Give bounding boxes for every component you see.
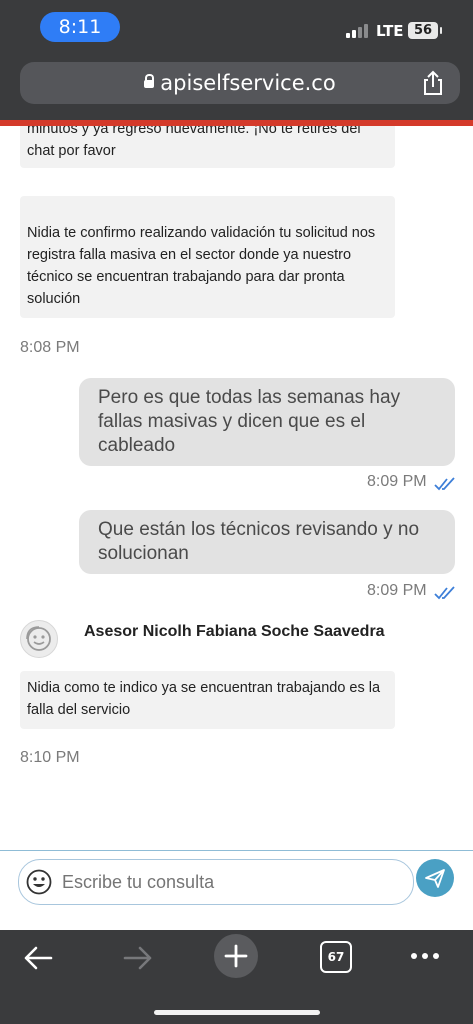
send-button[interactable] (416, 859, 454, 897)
message-timestamp: 8:09 PM (367, 473, 427, 490)
message-text: Pero es que todas las semanas hay fallas… (98, 387, 401, 456)
agent-avatar-icon (20, 620, 58, 658)
message-timestamp: 8:08 PM (20, 339, 80, 356)
back-arrow-icon[interactable] (22, 944, 54, 972)
browser-top-bar: 8:11 LTE 56 apiselfservice.co (0, 0, 473, 120)
message-bubble-user: Pero es que todas las semanas hay fallas… (79, 378, 455, 466)
emoji-icon[interactable] (26, 869, 52, 895)
address-bar[interactable]: apiselfservice.co (20, 62, 460, 104)
message-bubble-agent: Nidia te confirmo realizando validación … (20, 196, 395, 318)
chat-conversation[interactable]: minutos y ya regreso nuevamente. ¡No te … (0, 126, 473, 850)
message-text: minutos y ya regreso nuevamente. ¡No te … (27, 126, 361, 137)
battery-icon: 56 (408, 22, 442, 39)
browser-bottom-toolbar: 67 (0, 930, 473, 1024)
url-display[interactable]: apiselfservice.co (20, 71, 460, 95)
send-icon (425, 869, 445, 888)
message-text: chat por favor (27, 143, 116, 159)
lock-icon (144, 74, 155, 88)
signal-icon (346, 22, 368, 38)
checkmark-double-icon (434, 586, 455, 600)
message-input[interactable] (62, 872, 362, 893)
checkmark-double-icon (434, 477, 455, 491)
network-label: LTE (376, 22, 404, 40)
message-text: Nidia como te indico ya se encuentran tr… (27, 680, 381, 718)
message-timestamp: 8:10 PM (20, 749, 80, 766)
message-bubble-user: Que están los técnicos revisando y no so… (79, 510, 455, 574)
more-icon[interactable] (410, 952, 440, 960)
message-text: Nidia te confirmo realizando validación … (27, 225, 376, 307)
plus-icon (224, 944, 248, 968)
message-composer (0, 850, 473, 931)
message-bubble-agent: Nidia como te indico ya se encuentran tr… (20, 671, 395, 729)
message-text: Que están los técnicos revisando y no so… (98, 519, 420, 564)
message-timestamp: 8:09 PM (367, 582, 427, 599)
home-indicator[interactable] (154, 1010, 320, 1015)
agent-name: Asesor Nicolh Fabiana Soche Saavedra (84, 623, 385, 640)
share-icon[interactable] (420, 70, 446, 96)
tabs-button[interactable]: 67 (320, 941, 352, 973)
forward-arrow-icon[interactable] (122, 944, 154, 972)
message-bubble-agent: minutos y ya regreso nuevamente. ¡No te … (20, 126, 395, 168)
new-tab-button[interactable] (214, 934, 258, 978)
url-text: apiselfservice.co (160, 71, 336, 95)
status-time: 8:11 (40, 12, 120, 42)
message-input-container[interactable] (18, 859, 414, 905)
